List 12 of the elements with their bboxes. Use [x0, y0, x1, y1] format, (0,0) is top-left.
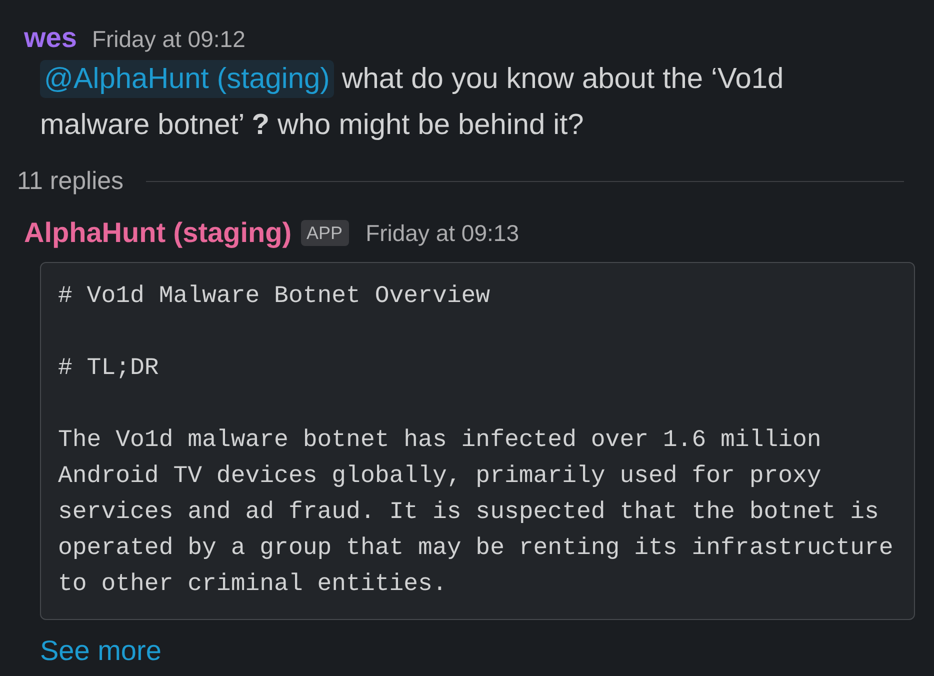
code-text: # Vo1d Malware Botnet Overview — [58, 282, 492, 312]
author-name[interactable]: AlphaHunt (staging) — [24, 217, 292, 249]
author-name[interactable]: wes — [24, 23, 77, 53]
mention-link[interactable]: @AlphaHunt (staging) — [40, 60, 334, 98]
see-more-link[interactable]: See more — [40, 635, 162, 666]
replies-count-link[interactable]: 11 replies — [17, 166, 124, 196]
message-text: @AlphaHunt (staging) what do you know about the ‘Vo1d malware botnet’ ? who might be behind it? — [40, 56, 840, 148]
message-timestamp[interactable]: Friday at 09:13 — [366, 217, 519, 249]
code-text: # TL;DR — [58, 354, 160, 384]
app-badge: APP — [300, 220, 349, 246]
code-text: The Vo1d malware botnet has infected over 1.6 million Android TV devices globally, primarily used for proxy services and ad fraud. It is suspected that the botnet is operated by a group that may be renting its infrastructure to other criminal entities. — [58, 426, 894, 600]
message-timestamp[interactable]: Friday at 09:12 — [92, 24, 246, 54]
